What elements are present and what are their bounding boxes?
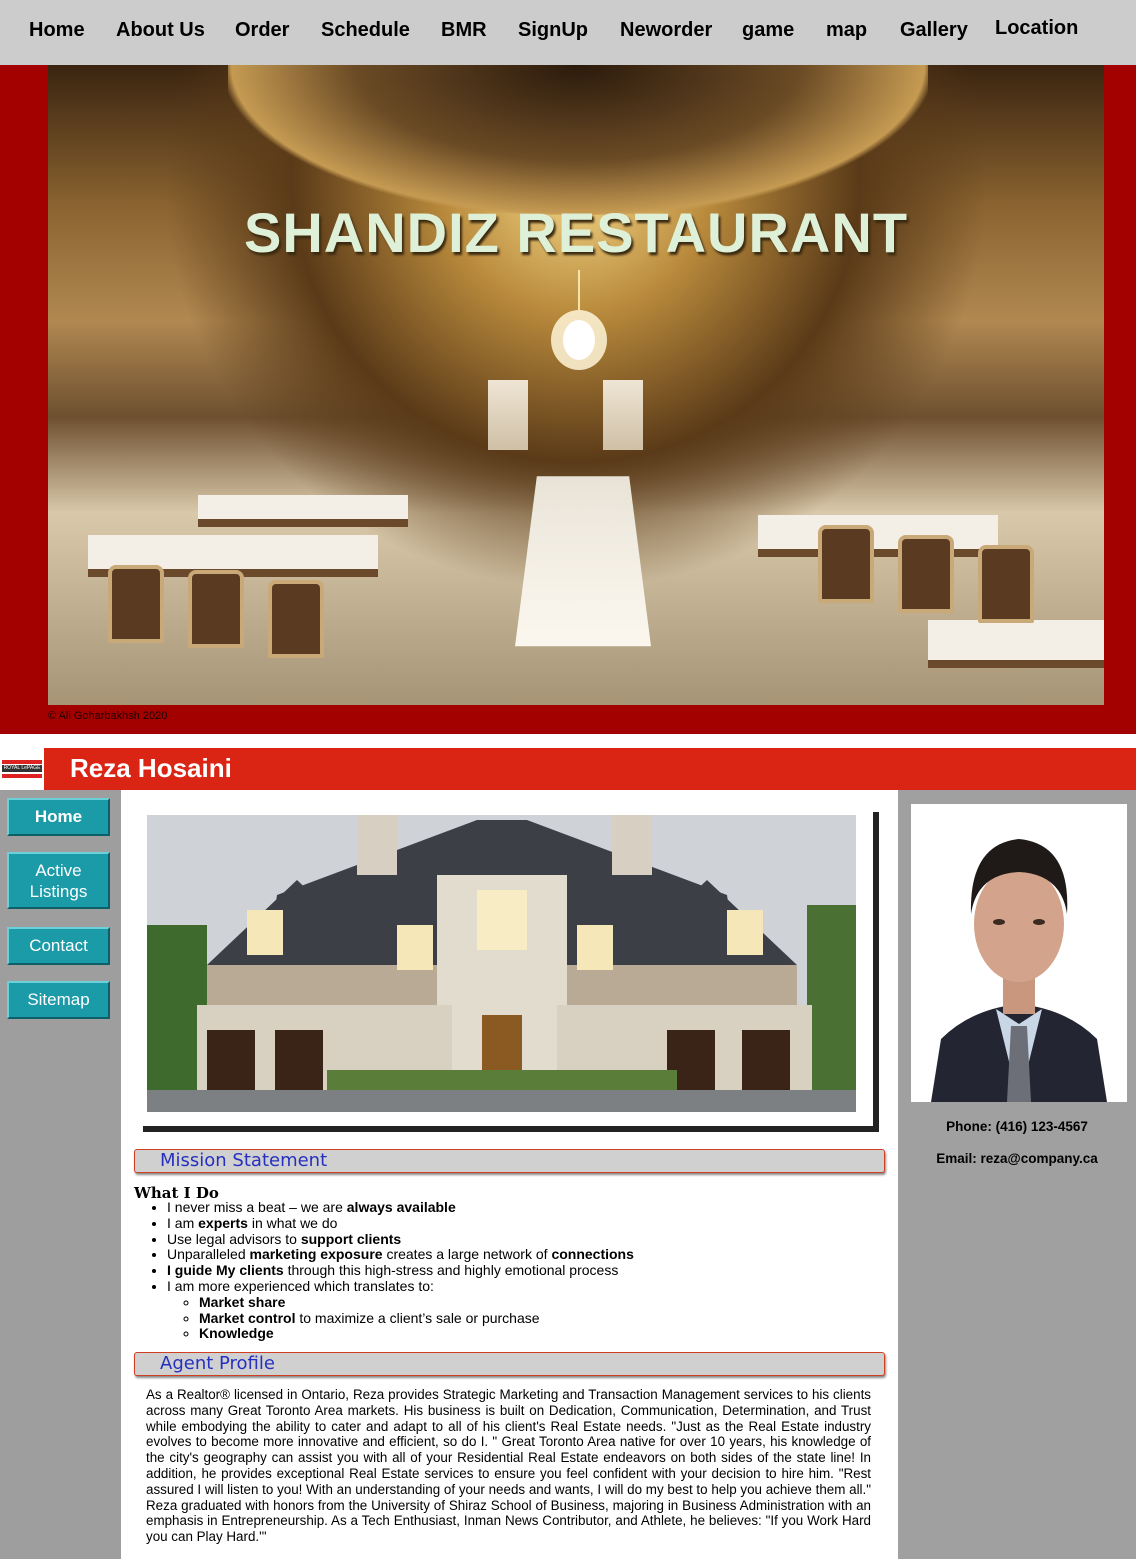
nav-about-us[interactable]: About Us: [116, 19, 205, 42]
nav-map[interactable]: map: [826, 19, 867, 42]
top-nav: Home About Us Order Schedule BMR SignUp …: [0, 0, 1136, 65]
restaurant-hero-image: SHANDIZ RESTAURANT: [48, 65, 1104, 705]
right-sidebar: Phone: (416) 123-4567 Email: reza@compan…: [898, 790, 1136, 1559]
agent-profile-heading: Agent Profile: [134, 1352, 885, 1376]
agent-header: ROYAL LePAGE Reza Hosaini: [0, 748, 1136, 790]
agent-profile-text: As a Realtor® licensed in Ontario, Reza …: [146, 1387, 871, 1545]
nav-signup[interactable]: SignUp: [518, 19, 588, 42]
list-item: Unparalleled marketing exposure creates …: [167, 1246, 634, 1263]
window: [603, 380, 643, 450]
nav-schedule[interactable]: Schedule: [321, 19, 410, 42]
nav-location[interactable]: Location: [995, 17, 1078, 40]
chair: [108, 565, 164, 643]
list-item: I am experts in what we do: [167, 1215, 634, 1232]
nav-home[interactable]: Home: [29, 19, 85, 42]
house-image: [147, 815, 856, 1112]
sub-list: Market share Market control to maximize …: [167, 1294, 634, 1342]
chair: [268, 580, 324, 658]
nav-order[interactable]: Order: [235, 19, 289, 42]
nav-gallery[interactable]: Gallery: [900, 19, 968, 42]
left-sidebar: Home Active Listings Contact Sitemap: [0, 790, 121, 1559]
hero-title: SHANDIZ RESTAURANT: [243, 201, 909, 264]
ceiling-mural: [228, 65, 928, 215]
list-item: I am more experienced which translates t…: [167, 1278, 634, 1342]
dining-table: [198, 495, 408, 527]
royal-lepage-logo: ROYAL LePAGE: [0, 748, 44, 790]
sub-list-item: Knowledge: [199, 1325, 634, 1342]
chair: [898, 535, 954, 613]
sub-list-item: Market share: [199, 1294, 634, 1311]
center-table: [514, 476, 652, 647]
dining-table: [758, 515, 998, 557]
nav-neworder[interactable]: Neworder: [620, 19, 712, 42]
list-item: I guide My clients through this high-str…: [167, 1262, 634, 1279]
agent-name: Reza Hosaini: [70, 753, 232, 783]
sidebar-item-home[interactable]: Home: [7, 798, 110, 836]
sidebar-item-active-listings[interactable]: Active Listings: [7, 852, 110, 909]
hero-credit: © Ali Goharbakhsh 2020: [48, 710, 168, 722]
agent-phone: Phone: (416) 123-4567: [946, 1119, 1088, 1134]
list-item: I never miss a beat – we are always avai…: [167, 1199, 634, 1216]
agent-email[interactable]: Email: reza@company.ca: [898, 1151, 1136, 1166]
house-image-frame: [137, 806, 873, 1126]
sidebar-item-contact[interactable]: Contact: [7, 927, 110, 965]
nav-bmr[interactable]: BMR: [441, 19, 487, 42]
agent-portrait: [911, 804, 1127, 1102]
sidebar-item-sitemap[interactable]: Sitemap: [7, 981, 110, 1019]
mission-statement-heading: Mission Statement: [134, 1149, 885, 1173]
mission-list: I never miss a beat – we are always avai…: [134, 1199, 634, 1342]
nav-game[interactable]: game: [742, 19, 794, 42]
chair: [818, 525, 874, 603]
sub-list-item: Market control to maximize a client’s sa…: [199, 1310, 634, 1327]
chair: [978, 545, 1034, 623]
hero-section: SHANDIZ RESTAURANT © Ali Goharbakhsh 202…: [0, 65, 1136, 734]
main-content: Mission Statement What I Do I never miss…: [121, 790, 898, 1559]
chandelier-icon: [551, 270, 607, 370]
chair: [188, 570, 244, 648]
window: [488, 380, 528, 450]
dining-table: [928, 620, 1104, 668]
list-item: Use legal advisors to support clients: [167, 1231, 634, 1248]
